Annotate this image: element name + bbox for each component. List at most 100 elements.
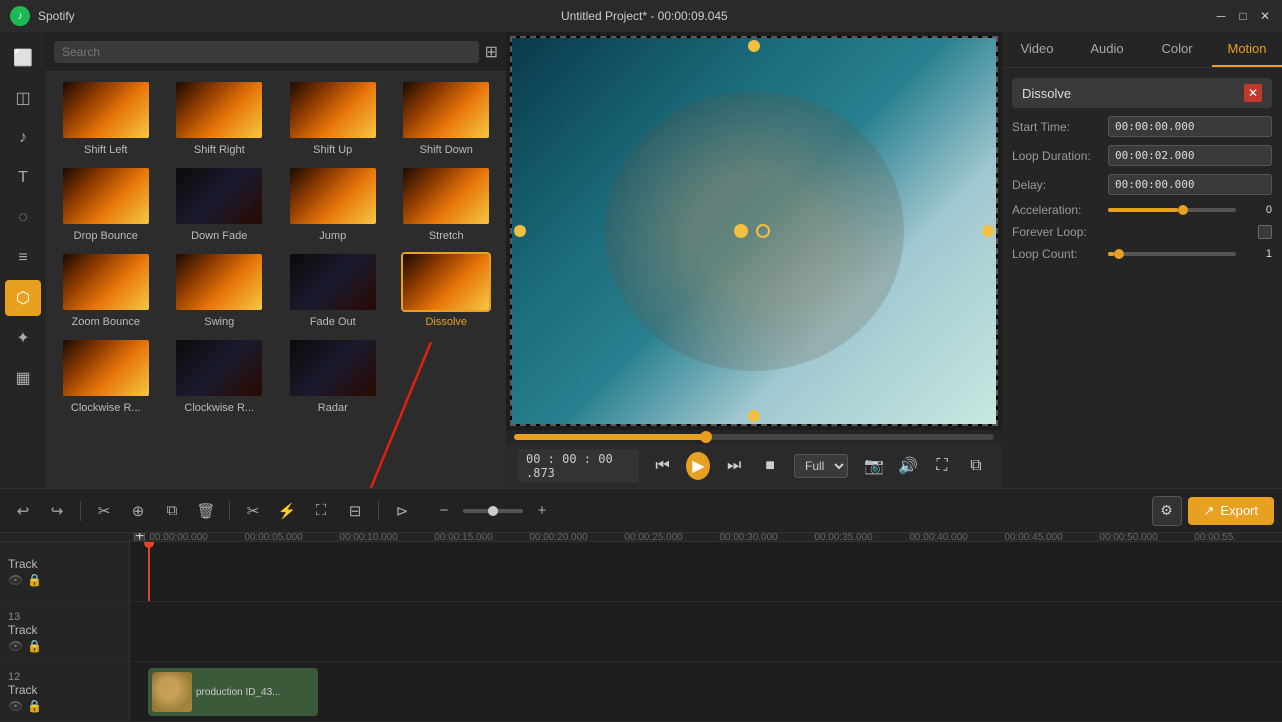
delay-input[interactable] bbox=[1108, 174, 1272, 195]
track-lock-button[interactable]: 🔒 bbox=[27, 573, 42, 587]
forever-loop-checkbox[interactable] bbox=[1258, 225, 1272, 239]
timeline-cursor[interactable] bbox=[148, 542, 150, 601]
zoom-slider[interactable] bbox=[463, 509, 523, 513]
acceleration-slider[interactable] bbox=[1108, 208, 1236, 212]
effect-item-14[interactable]: Clockwise R... bbox=[164, 334, 276, 418]
corner-dot-right[interactable] bbox=[982, 225, 994, 237]
acceleration-thumb[interactable] bbox=[1178, 205, 1188, 215]
export-settings-button[interactable]: ⚙ bbox=[1152, 496, 1182, 526]
corner-dot-top[interactable] bbox=[748, 40, 760, 52]
effect-label-11: Fade Out bbox=[310, 316, 356, 328]
export-button[interactable]: ↗ Export bbox=[1188, 497, 1274, 525]
motion-dot-1[interactable] bbox=[734, 224, 748, 238]
prev-frame-button[interactable]: ⏮ bbox=[651, 452, 675, 480]
sidebar-effects-btn[interactable]: ◌ bbox=[5, 200, 41, 236]
effect-item-7[interactable]: Jump bbox=[277, 162, 389, 246]
play-button[interactable]: ▶ bbox=[686, 452, 710, 480]
tab-motion[interactable]: Motion bbox=[1212, 32, 1282, 67]
track-visibility-button[interactable]: 👁 bbox=[8, 639, 23, 653]
lightning-button[interactable]: ⚡ bbox=[272, 496, 302, 526]
audio-button[interactable]: 🔊 bbox=[894, 452, 922, 480]
track-visibility-button[interactable]: 👁 bbox=[8, 699, 23, 713]
quality-select[interactable]: Full bbox=[794, 454, 848, 478]
marker-button[interactable]: ⊳ bbox=[387, 496, 417, 526]
effect-item-10[interactable]: Swing bbox=[164, 248, 276, 332]
corner-dot-bottom[interactable] bbox=[748, 410, 760, 422]
effect-item-3[interactable]: Shift Up bbox=[277, 76, 389, 160]
redo-button[interactable]: ↪ bbox=[42, 496, 72, 526]
effect-label-5: Drop Bounce bbox=[74, 230, 138, 242]
grid-view-button[interactable]: ⊞ bbox=[485, 42, 498, 62]
effect-item-4[interactable]: Shift Down bbox=[391, 76, 503, 160]
loop-duration-input[interactable] bbox=[1108, 145, 1272, 166]
effect-item-12[interactable]: Dissolve bbox=[391, 248, 503, 332]
track-lock-button[interactable]: 🔒 bbox=[27, 639, 42, 653]
search-input[interactable] bbox=[54, 41, 479, 63]
close-button[interactable]: ✕ bbox=[1258, 9, 1272, 23]
effect-item-8[interactable]: Stretch bbox=[391, 162, 503, 246]
zoom-out-button[interactable]: − bbox=[429, 496, 459, 526]
minimize-button[interactable]: ─ bbox=[1214, 9, 1228, 23]
effect-item-15[interactable]: Radar bbox=[277, 334, 389, 418]
effect-item-6[interactable]: Down Fade bbox=[164, 162, 276, 246]
tabs: Video Audio Color Motion bbox=[1002, 32, 1282, 68]
sidebar-media-btn[interactable]: ⬜ bbox=[5, 40, 41, 76]
loop-count-slider[interactable] bbox=[1108, 252, 1236, 256]
effect-item-5[interactable]: Drop Bounce bbox=[50, 162, 162, 246]
sidebar-audio-btn[interactable]: ♪ bbox=[5, 120, 41, 156]
sidebar-text-btn[interactable]: T bbox=[5, 160, 41, 196]
track-header-2: 12Track👁🔒 bbox=[0, 662, 130, 721]
sidebar-layers-btn[interactable]: ◫ bbox=[5, 80, 41, 116]
tab-video[interactable]: Video bbox=[1002, 32, 1072, 67]
effect-item-11[interactable]: Fade Out bbox=[277, 248, 389, 332]
effect-label-14: Clockwise R... bbox=[184, 402, 254, 414]
motion-dot-2[interactable] bbox=[756, 224, 770, 238]
sidebar-transitions-btn[interactable]: ≡ bbox=[5, 240, 41, 276]
track-lock-button[interactable]: 🔒 bbox=[27, 699, 42, 713]
stop-button[interactable]: ■ bbox=[758, 452, 782, 480]
tab-audio[interactable]: Audio bbox=[1072, 32, 1142, 67]
add-track-button[interactable]: + bbox=[134, 533, 145, 542]
delete-button[interactable]: 🗑 bbox=[191, 496, 221, 526]
forever-loop-label: Forever Loop: bbox=[1012, 225, 1102, 239]
track-visibility-button[interactable]: 👁 bbox=[8, 573, 23, 587]
corner-dot-left[interactable] bbox=[514, 225, 526, 237]
dissolve-close-button[interactable]: ✕ bbox=[1244, 84, 1262, 102]
effect-label-8: Stretch bbox=[429, 230, 464, 242]
tab-color[interactable]: Color bbox=[1142, 32, 1212, 67]
pip-button[interactable]: ⧉ bbox=[962, 452, 990, 480]
fullscreen-button[interactable]: ⛶ bbox=[928, 452, 956, 480]
sidebar-motion-btn[interactable]: ⬡ bbox=[5, 280, 41, 316]
track-row-1: 13Track👁🔒 bbox=[0, 602, 1282, 662]
start-time-input[interactable] bbox=[1108, 116, 1272, 137]
progress-thumb[interactable] bbox=[700, 431, 712, 443]
zoom-thumb[interactable] bbox=[488, 506, 498, 516]
effect-label-6: Down Fade bbox=[191, 230, 247, 242]
sidebar-template-btn[interactable]: ▦ bbox=[5, 360, 41, 396]
effect-item-9[interactable]: Zoom Bounce bbox=[50, 248, 162, 332]
camera-button[interactable]: 📷 bbox=[860, 452, 888, 480]
adjust-button[interactable]: ⊟ bbox=[340, 496, 370, 526]
start-time-row: Start Time: bbox=[1012, 116, 1272, 137]
effect-label-15: Radar bbox=[318, 402, 348, 414]
sidebar: ⬜ ◫ ♪ T ◌ ≡ ⬡ ✦ ▦ bbox=[0, 32, 46, 488]
delay-row: Delay: bbox=[1012, 174, 1272, 195]
add-media-button[interactable]: ⊕ bbox=[123, 496, 153, 526]
sidebar-sticker-btn[interactable]: ✦ bbox=[5, 320, 41, 356]
next-frame-button[interactable]: ⏭ bbox=[722, 452, 746, 480]
effect-item-1[interactable]: Shift Left bbox=[50, 76, 162, 160]
loop-count-thumb[interactable] bbox=[1114, 249, 1124, 259]
split-button[interactable]: ✂ bbox=[89, 496, 119, 526]
copy-button[interactable]: ⧉ bbox=[157, 496, 187, 526]
undo-button[interactable]: ↩ bbox=[8, 496, 38, 526]
track-clip[interactable]: production ID_43... bbox=[148, 668, 318, 716]
loop-count-value: 1 bbox=[1242, 248, 1272, 260]
progress-bar[interactable] bbox=[514, 434, 994, 440]
effect-item-13[interactable]: Clockwise R... bbox=[50, 334, 162, 418]
zoom-in-button[interactable]: + bbox=[527, 496, 557, 526]
time-display: 00 : 00 : 00 .873 bbox=[518, 449, 639, 483]
crop-button[interactable]: ⛶ bbox=[306, 496, 336, 526]
effect-item-2[interactable]: Shift Right bbox=[164, 76, 276, 160]
cut-button[interactable]: ✂ bbox=[238, 496, 268, 526]
maximize-button[interactable]: □ bbox=[1236, 9, 1250, 23]
